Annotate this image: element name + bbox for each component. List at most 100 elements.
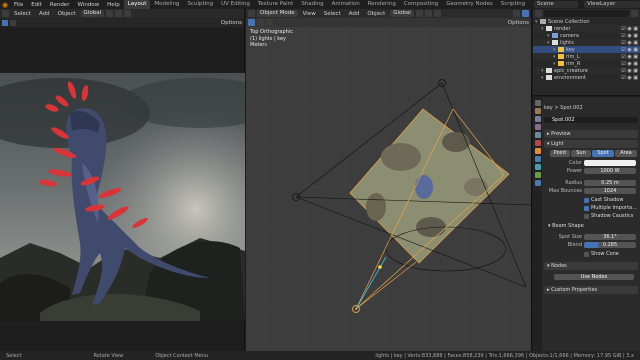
- tab-scripting[interactable]: Scripting: [497, 0, 529, 9]
- outliner-item-label: epic_creature: [554, 67, 588, 74]
- nodes-panel-header[interactable]: ▾ Nodes: [544, 262, 638, 270]
- world-tab-icon[interactable]: [534, 140, 541, 146]
- output-tab-icon[interactable]: [534, 116, 541, 122]
- menu-render[interactable]: Render: [46, 2, 74, 8]
- overlay-icon[interactable]: [522, 10, 529, 17]
- tool-tab-icon[interactable]: [534, 100, 541, 106]
- visibility-toggles[interactable]: ☑ ◉ ▣: [621, 40, 638, 46]
- vp-select-mode2-icon[interactable]: [266, 19, 273, 26]
- render-tab-icon[interactable]: [534, 108, 541, 114]
- visibility-toggles[interactable]: ☑ ◉ ▣: [621, 68, 638, 74]
- pivot-icon[interactable]: [106, 10, 114, 17]
- multiple-importance-checkbox[interactable]: Multiple Importa...: [584, 205, 637, 211]
- menu-select[interactable]: Select: [11, 11, 34, 17]
- radius-field[interactable]: 0.25 m: [584, 180, 636, 186]
- tab-uv-editing[interactable]: UV Editing: [217, 0, 254, 9]
- shadow-caustics-checkbox[interactable]: Shadow Caustics: [584, 213, 633, 219]
- constraint-tab-icon[interactable]: [534, 172, 541, 178]
- visibility-toggles[interactable]: ☑ ◉ ▣: [621, 75, 638, 81]
- menu-add-vp[interactable]: Add: [346, 11, 363, 17]
- menu-edit[interactable]: Edit: [27, 2, 46, 8]
- view-layer-selector[interactable]: ViewLayer: [584, 1, 640, 8]
- menu-object-vp[interactable]: Object: [364, 11, 388, 17]
- snap-icon[interactable]: [115, 10, 123, 17]
- visibility-toggles[interactable]: ☑ ◉ ▣: [621, 47, 638, 53]
- modifier-tab-icon[interactable]: [534, 156, 541, 162]
- light-type-sun[interactable]: Sun: [571, 150, 591, 157]
- outliner-item[interactable]: ▾ rim_R ☑ ◉ ▣: [533, 60, 640, 67]
- menu-add[interactable]: Add: [36, 11, 53, 17]
- tab-texture-paint[interactable]: Texture Paint: [254, 0, 298, 9]
- vp-select-mode-icon[interactable]: [257, 19, 264, 26]
- visibility-toggles[interactable]: ☑ ◉ ▣: [621, 33, 638, 39]
- vp-proportional-icon[interactable]: [433, 10, 441, 17]
- scene-tab-icon[interactable]: [534, 132, 541, 138]
- vp-select-tool-icon[interactable]: [248, 19, 255, 26]
- menu-window[interactable]: Window: [73, 2, 103, 8]
- menu-help[interactable]: Help: [103, 2, 124, 8]
- menu-select-vp[interactable]: Select: [321, 11, 344, 17]
- blender-logo-icon[interactable]: ◉: [0, 0, 10, 9]
- 3d-viewport[interactable]: Object Mode View Select Add Object Globa…: [246, 9, 532, 351]
- max-bounces-field[interactable]: 1024: [584, 188, 636, 194]
- physics-tab-icon[interactable]: [534, 164, 541, 170]
- scene-selector[interactable]: Scene: [534, 1, 578, 8]
- viewport-shading-icon[interactable]: [513, 10, 520, 17]
- outliner-item[interactable]: ▾ camera ☑ ◉ ▣: [533, 32, 640, 39]
- visibility-toggles[interactable]: ☑ ◉ ▣: [621, 61, 638, 67]
- select-tool-icon[interactable]: [2, 19, 8, 26]
- tab-modeling[interactable]: Modeling: [150, 0, 183, 9]
- light-type-spot[interactable]: Spot: [592, 150, 614, 157]
- menu-file[interactable]: File: [10, 2, 27, 8]
- outliner-item[interactable]: ▾ key ☑ ◉ ▣: [533, 46, 640, 53]
- vp-pivot-icon[interactable]: [415, 10, 423, 17]
- tab-compositing[interactable]: Compositing: [400, 0, 442, 9]
- color-swatch[interactable]: [584, 160, 636, 166]
- preview-panel-header[interactable]: ▸ Preview: [544, 130, 638, 138]
- spot-size-field[interactable]: 36.1°: [584, 234, 636, 240]
- object-tab-icon[interactable]: [534, 148, 541, 154]
- visibility-toggles[interactable]: ☑ ◉ ▣: [621, 26, 638, 32]
- menu-view[interactable]: View: [300, 11, 319, 17]
- use-nodes-button[interactable]: Use Nodes: [554, 274, 634, 280]
- tab-layout[interactable]: Layout: [123, 0, 151, 9]
- cursor-tool-icon[interactable]: [10, 19, 16, 26]
- outliner-search-input[interactable]: [544, 10, 629, 17]
- blend-field[interactable]: 0.285: [584, 242, 636, 248]
- light-type-point[interactable]: Point: [550, 150, 570, 157]
- view-layer-tab-icon[interactable]: [534, 124, 541, 130]
- power-field[interactable]: 1000 W: [584, 168, 636, 174]
- vp-orientation-dropdown[interactable]: Global: [390, 10, 414, 17]
- outliner-type-icon[interactable]: [535, 10, 542, 17]
- show-cone-checkbox[interactable]: Show Cone: [584, 251, 619, 257]
- light-panel-header[interactable]: ▾ Light: [544, 140, 638, 148]
- tab-animation[interactable]: Animation: [328, 0, 364, 9]
- render-options-button[interactable]: Options: [221, 20, 242, 26]
- visibility-toggles[interactable]: ☑ ◉ ▣: [621, 54, 638, 60]
- outliner-item[interactable]: ▾ Scene Collection: [533, 18, 640, 25]
- outliner-item[interactable]: ▾ lights ☑ ◉ ▣: [533, 39, 640, 46]
- mode-dropdown[interactable]: Object Mode: [257, 10, 298, 17]
- cast-shadow-checkbox[interactable]: Cast Shadow: [584, 197, 623, 203]
- tab-geometry-nodes[interactable]: Geometry Nodes: [442, 0, 496, 9]
- outliner-item[interactable]: ▾ render ☑ ◉ ▣: [533, 25, 640, 32]
- beam-shape-subpanel[interactable]: ▾ Beam Shape: [548, 223, 584, 229]
- outliner-item[interactable]: ▾ epic_creature ☑ ◉ ▣: [533, 67, 640, 74]
- editor-type-icon[interactable]: [2, 10, 9, 17]
- viewport-options-button[interactable]: Options: [508, 20, 529, 26]
- light-type-area[interactable]: Area: [615, 150, 637, 157]
- outliner-item[interactable]: ▾ environment ☑ ◉ ▣: [533, 74, 640, 81]
- vp-snap-icon[interactable]: [424, 10, 432, 17]
- tab-shading[interactable]: Shading: [297, 0, 327, 9]
- tab-sculpting[interactable]: Sculpting: [183, 0, 217, 9]
- orientation-dropdown[interactable]: Global: [80, 10, 105, 17]
- tab-rendering[interactable]: Rendering: [364, 0, 400, 9]
- light-data-tab-icon[interactable]: [534, 180, 541, 186]
- proportional-icon[interactable]: [124, 10, 132, 17]
- light-data-name-field[interactable]: Spot.002: [544, 117, 638, 123]
- menu-object[interactable]: Object: [55, 11, 79, 17]
- custom-properties-panel-header[interactable]: ▸ Custom Properties: [544, 286, 638, 294]
- viewport-editor-type-icon[interactable]: [248, 10, 255, 17]
- filter-icon[interactable]: [631, 10, 638, 17]
- outliner-item[interactable]: ▾ rim_L ☑ ◉ ▣: [533, 53, 640, 60]
